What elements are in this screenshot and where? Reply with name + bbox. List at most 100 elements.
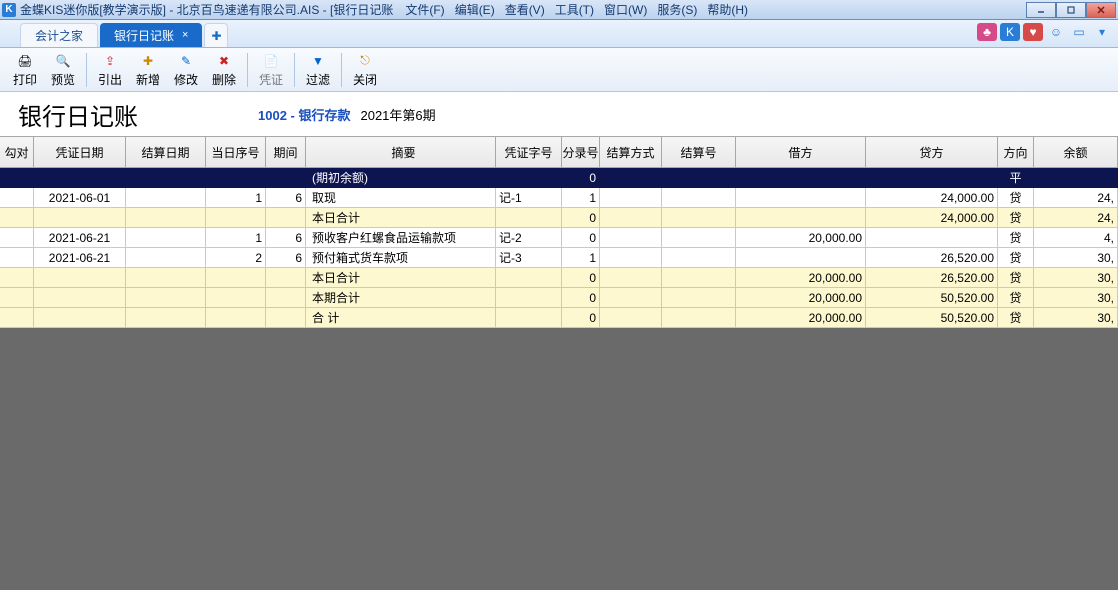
col-summary[interactable]: 摘要 (306, 137, 496, 167)
cell: 30, (1034, 308, 1118, 328)
chat-icon[interactable]: ▭ (1069, 23, 1089, 41)
cell: 6 (266, 248, 306, 268)
cell (126, 168, 206, 188)
col-balance[interactable]: 余额 (1034, 137, 1118, 167)
cell: 预收客户红螺食品运输款项 (306, 228, 496, 248)
edit-button[interactable]: ✎修改 (167, 50, 205, 90)
cell (662, 248, 736, 268)
table-row[interactable]: 本期合计020,000.0050,520.00贷30, (0, 288, 1118, 308)
cell: 24, (1034, 208, 1118, 228)
cell (34, 208, 126, 228)
cell (0, 288, 34, 308)
table-row[interactable]: 本日合计024,000.00贷24, (0, 208, 1118, 228)
menu-view[interactable]: 查看(V) (501, 1, 549, 18)
cell (0, 208, 34, 228)
cell: 26,520.00 (866, 248, 998, 268)
menu-edit[interactable]: 编辑(E) (451, 1, 499, 18)
delete-icon: ✖ (215, 52, 233, 70)
menu-service[interactable]: 服务(S) (653, 1, 701, 18)
minimize-button[interactable] (1026, 2, 1056, 18)
cell: 贷 (998, 308, 1034, 328)
col-period[interactable]: 期间 (266, 137, 306, 167)
tool-icon-3[interactable]: ♥ (1023, 23, 1043, 41)
separator (86, 53, 87, 87)
table-row[interactable]: 2021-06-2116预收客户红螺食品运输款项记-2020,000.00贷4, (0, 228, 1118, 248)
cell: 26,520.00 (866, 268, 998, 288)
col-entry-no[interactable]: 分录号 (562, 137, 600, 167)
col-settle-no[interactable]: 结算号 (662, 137, 736, 167)
close-button[interactable] (1086, 2, 1116, 18)
tab-home[interactable]: 会计之家 (20, 23, 98, 47)
cell: 2021-06-21 (34, 228, 126, 248)
export-button[interactable]: ⇪引出 (91, 50, 129, 90)
menu-tools[interactable]: 工具(T) (551, 1, 598, 18)
menu-window[interactable]: 窗口(W) (600, 1, 651, 18)
cell (736, 208, 866, 228)
col-seq[interactable]: 当日序号 (206, 137, 266, 167)
cell (662, 288, 736, 308)
cell: 1 (562, 188, 600, 208)
col-settle-date[interactable]: 结算日期 (126, 137, 206, 167)
tab-label: 银行日记账 (114, 27, 174, 44)
col-credit[interactable]: 贷方 (866, 137, 998, 167)
cell (0, 268, 34, 288)
filter-button[interactable]: ▼过滤 (299, 50, 337, 90)
cell (34, 288, 126, 308)
tool-icon-1[interactable]: ♣ (977, 23, 997, 41)
cell: 平 (998, 168, 1034, 188)
col-voucher-no[interactable]: 凭证字号 (496, 137, 562, 167)
col-check[interactable]: 勾对 (0, 137, 34, 167)
menu-file[interactable]: 文件(F) (401, 1, 448, 18)
cell: 记-1 (496, 188, 562, 208)
table-row[interactable]: 2021-06-2126预付箱式货车款项记-3126,520.00贷30, (0, 248, 1118, 268)
dropdown-icon[interactable]: ▾ (1092, 23, 1112, 41)
col-direction[interactable]: 方向 (998, 137, 1034, 167)
cell (126, 188, 206, 208)
close-icon: ⎋ (356, 52, 374, 70)
preview-button[interactable]: 🔍预览 (44, 50, 82, 90)
cell (266, 288, 306, 308)
cell (0, 168, 34, 188)
cell: 0 (562, 308, 600, 328)
table-row[interactable]: (期初余额)0平 (0, 168, 1118, 188)
cell: 0 (562, 228, 600, 248)
cell (266, 208, 306, 228)
cell: 1 (206, 188, 266, 208)
add-button[interactable]: ✚新增 (129, 50, 167, 90)
maximize-button[interactable] (1056, 2, 1086, 18)
grid-body: (期初余额)0平2021-06-0116取现记-1124,000.00贷24, … (0, 168, 1118, 328)
document-tabs: 会计之家 银行日记账 × ✚ ♣ K ♥ ☺ ▭ ▾ (0, 20, 1118, 48)
tab-close-icon[interactable]: × (182, 29, 188, 41)
tab-bank-journal[interactable]: 银行日记账 × (100, 23, 202, 47)
cell (600, 268, 662, 288)
col-settle-type[interactable]: 结算方式 (600, 137, 662, 167)
separator (247, 53, 248, 87)
cell (34, 268, 126, 288)
tool-icon-2[interactable]: K (1000, 23, 1020, 41)
delete-button[interactable]: ✖删除 (205, 50, 243, 90)
table-row[interactable]: 合 计020,000.0050,520.00贷30, (0, 308, 1118, 328)
cell (126, 288, 206, 308)
cell: 本期合计 (306, 288, 496, 308)
print-button[interactable]: 🖨打印 (6, 50, 44, 90)
separator (341, 53, 342, 87)
cell: (期初余额) (306, 168, 496, 188)
cell: 0 (562, 288, 600, 308)
close-tab-button[interactable]: ⎋关闭 (346, 50, 384, 90)
cell (662, 268, 736, 288)
cell: 取现 (306, 188, 496, 208)
table-row[interactable]: 2021-06-0116取现记-1124,000.00贷24, (0, 188, 1118, 208)
cell (600, 288, 662, 308)
smiley-icon[interactable]: ☺ (1046, 23, 1066, 41)
voucher-button[interactable]: 📄凭证 (252, 50, 290, 90)
window-title: 金蝶KIS迷你版[教学演示版] - 北京百鸟速递有限公司.AIS - [银行日记… (20, 1, 393, 18)
col-debit[interactable]: 借方 (736, 137, 866, 167)
cell (126, 268, 206, 288)
col-voucher-date[interactable]: 凭证日期 (34, 137, 126, 167)
menu-help[interactable]: 帮助(H) (703, 1, 752, 18)
tab-new[interactable]: ✚ (204, 23, 228, 47)
add-icon: ✚ (139, 52, 157, 70)
menu-bar: 文件(F) 编辑(E) 查看(V) 工具(T) 窗口(W) 服务(S) 帮助(H… (401, 1, 1026, 18)
table-row[interactable]: 本日合计020,000.0026,520.00贷30, (0, 268, 1118, 288)
print-icon: 🖨 (16, 52, 34, 70)
